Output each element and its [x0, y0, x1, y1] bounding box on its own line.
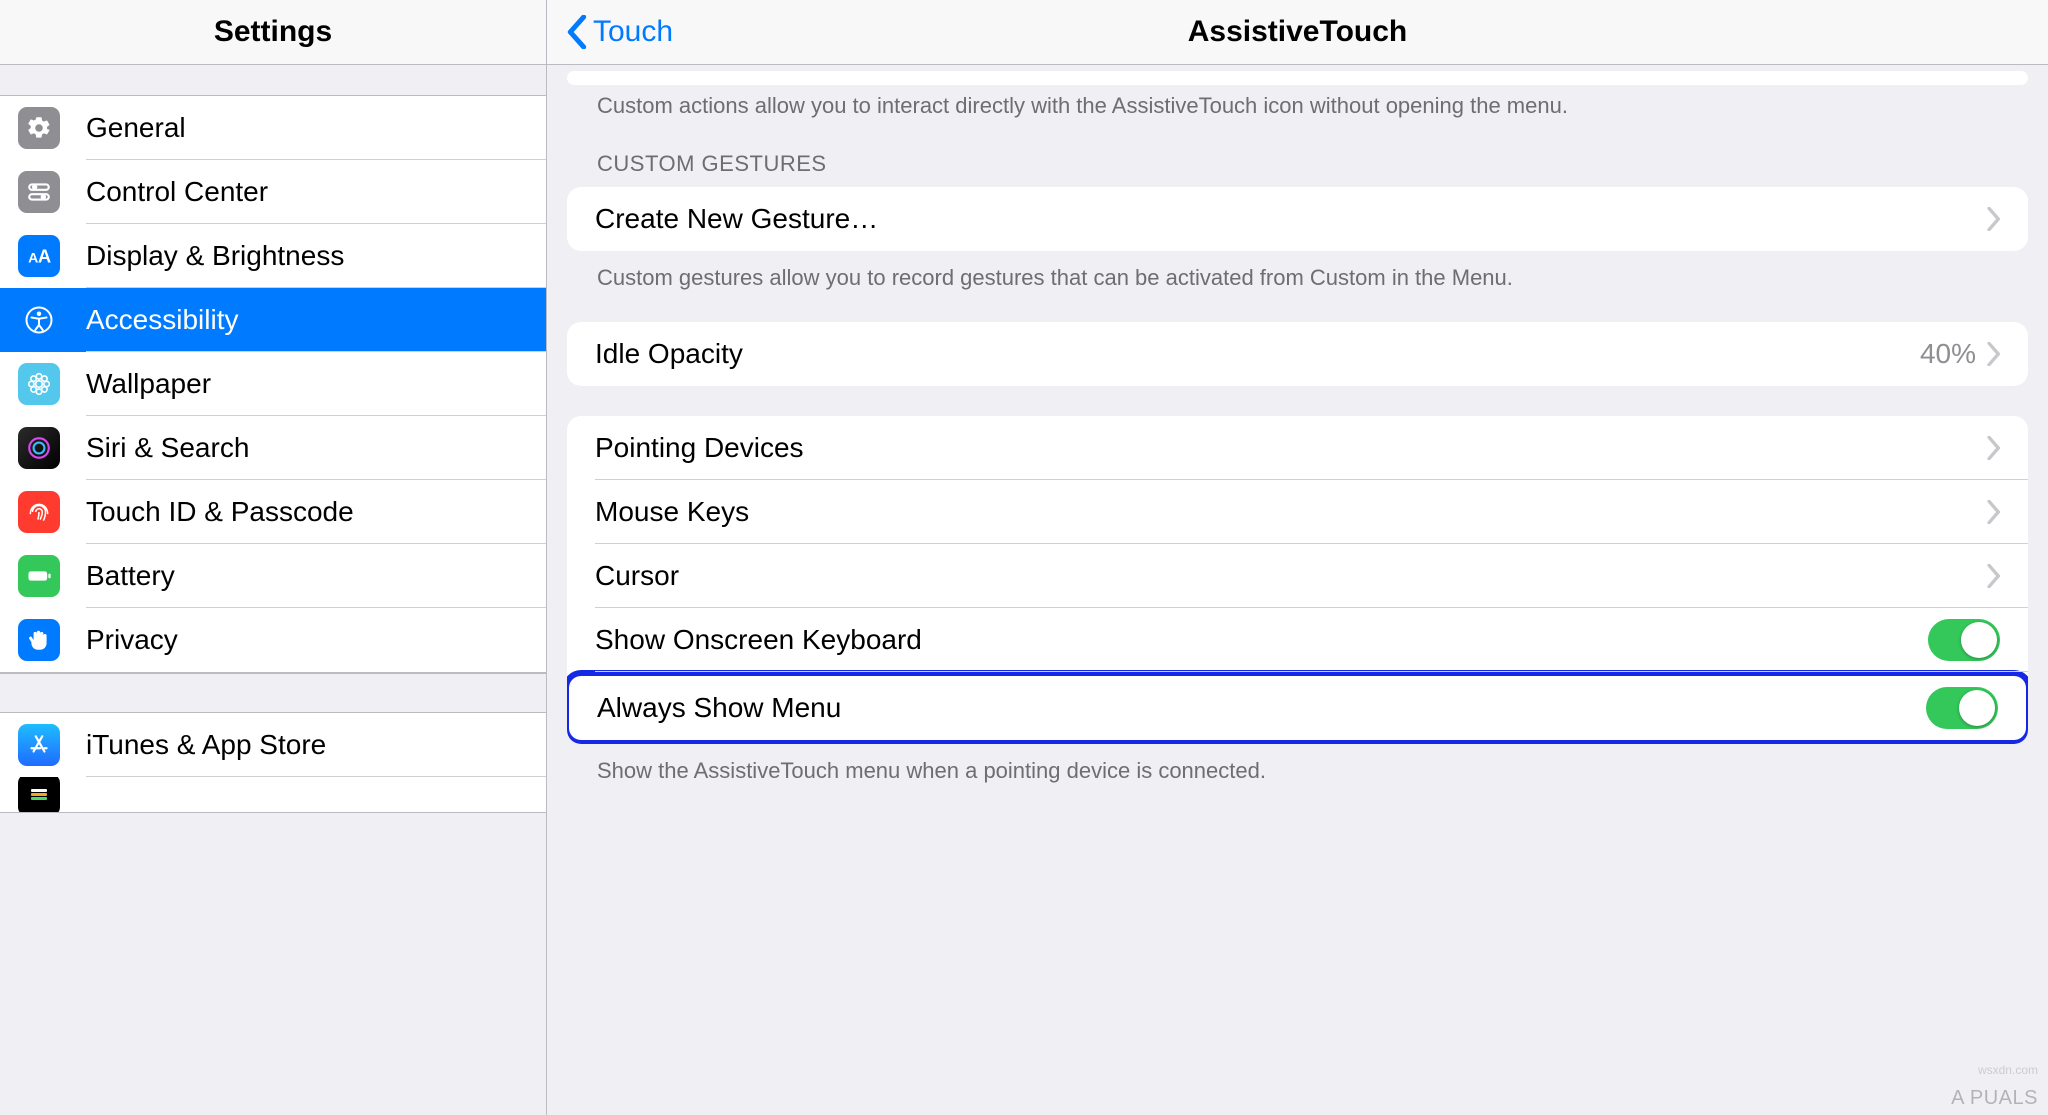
- cursor-row[interactable]: Cursor: [567, 544, 2028, 608]
- settings-sidebar: Settings General Control Center: [0, 0, 547, 1115]
- sidebar-item-itunes-appstore[interactable]: iTunes & App Store: [0, 713, 546, 777]
- sidebar-item-control-center[interactable]: Control Center: [0, 160, 546, 224]
- mouse-keys-row[interactable]: Mouse Keys: [567, 480, 2028, 544]
- chevron-right-icon: [1986, 436, 2000, 460]
- sidebar-list-secondary: iTunes & App Store: [0, 713, 546, 813]
- sidebar-item-general[interactable]: General: [0, 96, 546, 160]
- sidebar-item-siri-search[interactable]: Siri & Search: [0, 416, 546, 480]
- chevron-right-icon: [1986, 564, 2000, 588]
- sidebar-item-label: Battery: [86, 560, 175, 592]
- sidebar-item-label: General: [86, 112, 186, 144]
- always-show-menu-highlight: Always Show Menu: [567, 670, 2028, 744]
- page-title: AssistiveTouch: [547, 15, 2048, 49]
- textsize-icon: AA: [18, 235, 60, 277]
- watermark-small: wsxdn.com: [1978, 1063, 2038, 1077]
- fingerprint-icon: [18, 491, 60, 533]
- sidebar-item-wallet[interactable]: [0, 777, 546, 812]
- detail-nav: Touch AssistiveTouch: [547, 0, 2048, 65]
- show-onscreen-keyboard-toggle[interactable]: [1928, 619, 2000, 661]
- sidebar-title: Settings: [214, 15, 332, 49]
- chevron-right-icon: [1986, 500, 2000, 524]
- sidebar-item-label: Wallpaper: [86, 368, 211, 400]
- hand-icon: [18, 619, 60, 661]
- row-label: Create New Gesture…: [595, 203, 1986, 235]
- idle-opacity-group: Idle Opacity 40%: [567, 322, 2028, 386]
- idle-opacity-row[interactable]: Idle Opacity 40%: [567, 322, 2028, 386]
- watermark: A PUALS: [1951, 1087, 2038, 1110]
- partial-card-top: [567, 71, 2028, 85]
- appstore-icon: [18, 724, 60, 766]
- row-label: Pointing Devices: [595, 432, 1986, 464]
- row-value: 40%: [1920, 338, 1976, 370]
- sidebar-item-wallpaper[interactable]: Wallpaper: [0, 352, 546, 416]
- back-button[interactable]: Touch: [567, 15, 673, 49]
- row-label: Always Show Menu: [597, 692, 1926, 724]
- chevron-right-icon: [1986, 207, 2000, 231]
- row-label: Mouse Keys: [595, 496, 1986, 528]
- row-label: Show Onscreen Keyboard: [595, 624, 1928, 656]
- sidebar-header: Settings: [0, 0, 546, 65]
- battery-icon: [18, 555, 60, 597]
- sidebar-item-display-brightness[interactable]: AA Display & Brightness: [0, 224, 546, 288]
- chevron-left-icon: [567, 15, 587, 49]
- detail-body[interactable]: Custom actions allow you to interact dir…: [547, 65, 2048, 1115]
- gear-icon: [18, 107, 60, 149]
- sidebar-item-accessibility[interactable]: Accessibility: [0, 288, 546, 352]
- accessibility-icon: [18, 299, 60, 341]
- chevron-right-icon: [1986, 342, 2000, 366]
- detail-pane: Touch AssistiveTouch Custom actions allo…: [547, 0, 2048, 1115]
- sidebar-item-privacy[interactable]: Privacy: [0, 608, 546, 672]
- sidebar-item-label: Privacy: [86, 624, 178, 656]
- wallet-icon: [18, 777, 60, 812]
- pointing-devices-group: Pointing Devices Mouse Keys Cursor: [567, 416, 2028, 786]
- row-label: Cursor: [595, 560, 1986, 592]
- sidebar-spacer: [0, 673, 546, 713]
- sidebar-item-touchid-passcode[interactable]: Touch ID & Passcode: [0, 480, 546, 544]
- siri-icon: [18, 427, 60, 469]
- svg-text:A: A: [28, 250, 38, 266]
- custom-actions-footer: Custom actions allow you to interact dir…: [567, 85, 2028, 121]
- custom-gestures-header: CUSTOM GESTURES: [567, 151, 2028, 187]
- sidebar-item-label: Touch ID & Passcode: [86, 496, 354, 528]
- row-label: Idle Opacity: [595, 338, 1920, 370]
- custom-gestures-footer: Custom gestures allow you to record gest…: [567, 251, 2028, 293]
- always-show-menu-row[interactable]: Always Show Menu: [569, 676, 2026, 740]
- show-onscreen-keyboard-row[interactable]: Show Onscreen Keyboard: [567, 608, 2028, 672]
- back-label: Touch: [593, 15, 673, 49]
- always-show-menu-toggle[interactable]: [1926, 687, 1998, 729]
- svg-text:A: A: [38, 246, 51, 267]
- always-show-menu-footer: Show the AssistiveTouch menu when a poin…: [567, 744, 2028, 786]
- sidebar-item-label: Siri & Search: [86, 432, 249, 464]
- sidebar-item-label: Accessibility: [86, 304, 238, 336]
- switches-icon: [18, 171, 60, 213]
- sidebar-item-label: Display & Brightness: [86, 240, 344, 272]
- create-new-gesture-row[interactable]: Create New Gesture…: [567, 187, 2028, 251]
- flower-icon: [18, 363, 60, 405]
- sidebar-item-label: Control Center: [86, 176, 268, 208]
- pointing-devices-row[interactable]: Pointing Devices: [567, 416, 2028, 480]
- sidebar-list-main: General Control Center AA Display & Brig…: [0, 95, 546, 673]
- sidebar-item-label: iTunes & App Store: [86, 729, 326, 761]
- custom-gestures-group: CUSTOM GESTURES Create New Gesture… Cust…: [567, 151, 2028, 293]
- sidebar-item-battery[interactable]: Battery: [0, 544, 546, 608]
